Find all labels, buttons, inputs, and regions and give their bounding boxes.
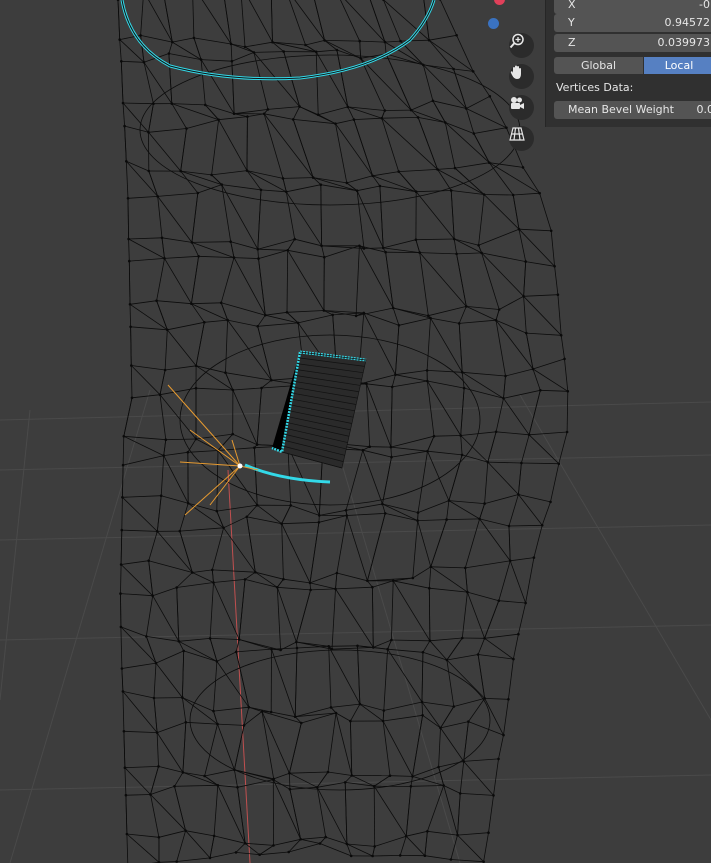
y-label: Y (568, 16, 575, 29)
mean-bevel-label: Mean Bevel Weight (568, 103, 674, 116)
x-label: X (568, 0, 576, 11)
x-value: -0 (699, 0, 710, 11)
vertices-data-heading: Vertices Data: (556, 81, 634, 94)
local-toggle-button[interactable]: Local (644, 57, 711, 74)
3d-viewport[interactable] (0, 0, 711, 863)
vertex-y-field[interactable]: Y 0.94572 (554, 14, 711, 32)
global-toggle-button[interactable]: Global (554, 57, 643, 74)
gizmo-z-axis-dot[interactable] (488, 18, 499, 29)
vertex-x-field[interactable]: X -0 (554, 0, 711, 14)
item-sidebar-panel: X -0 Y 0.94572 Z 0.039973 Global Local V… (545, 0, 711, 127)
x-axis-line (227, 469, 251, 863)
z-label: Z (568, 36, 576, 49)
zoom-icon[interactable] (509, 33, 534, 58)
mean-bevel-value: 0.0 (696, 103, 711, 116)
vertex-z-field[interactable]: Z 0.039973 (554, 34, 711, 52)
camera-icon[interactable] (509, 95, 534, 120)
z-value: 0.039973 (657, 36, 711, 49)
mean-bevel-weight-field[interactable]: Mean Bevel Weight 0.0 (554, 101, 711, 119)
viewport-scene[interactable] (0, 0, 711, 863)
active-vertex (237, 463, 243, 469)
hand-icon[interactable] (509, 64, 534, 89)
selected-edge-loop-top (120, 0, 436, 81)
floor-grid (0, 389, 711, 863)
y-value: 0.94572 (664, 16, 711, 29)
active-vertex-edges (167, 384, 259, 516)
grid-icon[interactable] (509, 126, 534, 151)
